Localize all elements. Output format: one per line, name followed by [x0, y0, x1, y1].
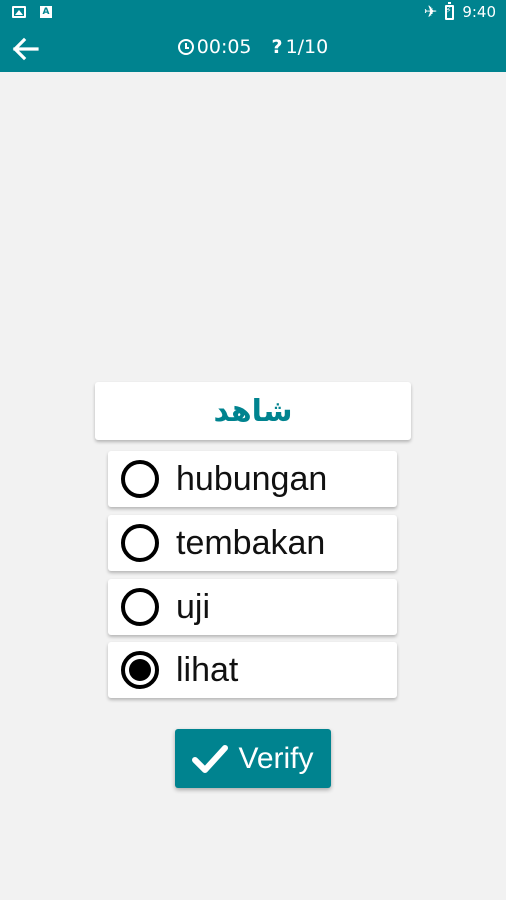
option-label: tembakan — [176, 523, 326, 562]
radio-button[interactable] — [121, 460, 159, 498]
option-2[interactable]: tembakan — [108, 515, 397, 571]
question-word: شاهد — [213, 393, 293, 429]
check-icon — [192, 744, 229, 773]
option-3[interactable]: uji — [108, 579, 397, 635]
option-label: uji — [176, 587, 211, 626]
timer-value: 00:05 — [196, 36, 252, 58]
battery-icon — [445, 1, 455, 20]
image-icon — [12, 6, 26, 18]
question-icon: ? — [271, 36, 283, 58]
status-bar: A ✈ 9:40 — [0, 0, 506, 26]
radio-button-selected[interactable] — [121, 651, 159, 689]
option-label: hubungan — [176, 459, 328, 498]
question-progress: ? 1/10 — [272, 36, 329, 58]
clock-icon — [177, 39, 194, 55]
radio-button[interactable] — [121, 524, 159, 562]
a-icon: A — [40, 6, 52, 18]
progress-value: 1/10 — [285, 36, 329, 58]
status-time: 9:40 — [462, 3, 496, 21]
option-1[interactable]: hubungan — [108, 451, 397, 507]
timer: 00:05 — [177, 36, 252, 58]
verify-button[interactable]: Verify — [175, 729, 331, 788]
option-label: lihat — [176, 650, 239, 689]
quiz-info: 00:05 ? 1/10 — [0, 36, 506, 58]
option-4[interactable]: lihat — [108, 642, 397, 698]
verify-label: Verify — [238, 741, 314, 775]
radio-button[interactable] — [121, 588, 159, 626]
airplane-icon: ✈ — [423, 2, 438, 21]
question-word-card: شاهد — [95, 382, 411, 440]
app-bar: A ✈ 9:40 00:05 ? 1/10 — [0, 0, 506, 72]
